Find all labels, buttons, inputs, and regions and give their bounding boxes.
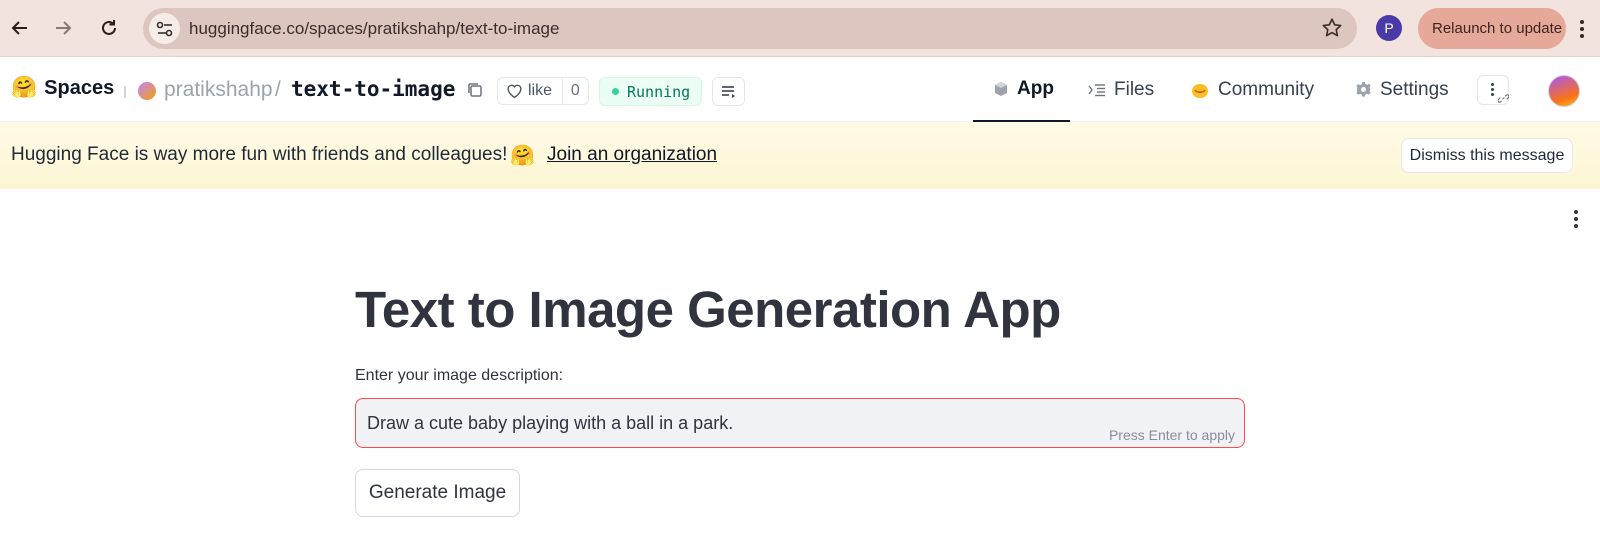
tab-settings-label: Settings — [1380, 78, 1449, 100]
breadcrumb-separator: / — [275, 78, 281, 101]
org-banner: Hugging Face is way more fun with friend… — [0, 122, 1600, 189]
generate-image-button[interactable]: Generate Image — [355, 469, 520, 517]
browser-profile-avatar[interactable]: P — [1376, 15, 1402, 41]
status-text: Running — [627, 82, 691, 101]
gear-icon — [1356, 81, 1371, 97]
tab-files-label: Files — [1114, 78, 1155, 100]
copy-icon[interactable] — [466, 81, 484, 99]
description-input-wrapper[interactable]: Press Enter to apply — [355, 398, 1245, 448]
logs-button[interactable] — [712, 77, 745, 106]
input-hint: Press Enter to apply — [1108, 427, 1235, 443]
browser-toolbar: huggingface.co/spaces/pratikshahp/text-t… — [0, 0, 1600, 57]
browser-menu-button[interactable] — [1572, 16, 1592, 42]
dismiss-message-button[interactable]: Dismiss this message — [1401, 138, 1573, 173]
community-hands-icon — [1192, 83, 1208, 98]
tab-app[interactable]: App — [973, 57, 1070, 122]
forward-button[interactable] — [45, 10, 81, 46]
reload-icon — [102, 20, 116, 35]
arrow-right-icon — [56, 21, 72, 35]
hf-header: 🤗 Spaces pratikshahp / text-to-image lik… — [0, 57, 1600, 122]
files-icon — [1088, 83, 1105, 96]
address-bar[interactable]: huggingface.co/spaces/pratikshahp/text-t… — [143, 8, 1357, 49]
cube-icon — [995, 81, 1007, 96]
description-input-label: Enter your image description: — [355, 367, 564, 384]
url-text[interactable]: huggingface.co/spaces/pratikshahp/text-t… — [189, 19, 559, 39]
more-options-button[interactable] — [1477, 75, 1509, 105]
like-count: 0 — [570, 82, 580, 99]
arrow-left-icon — [11, 21, 27, 35]
like-label: like — [528, 82, 553, 99]
page-title: Text to Image Generation App — [355, 281, 1061, 338]
tab-files[interactable]: Files — [1088, 57, 1154, 122]
reload-button[interactable] — [91, 10, 127, 46]
link-icon — [1498, 94, 1509, 103]
logs-list-icon — [721, 85, 735, 98]
hugging-emoji-icon: 🤗 — [510, 145, 535, 167]
tab-settings[interactable]: Settings — [1355, 57, 1449, 122]
banner-message: Hugging Face is way more fun with friend… — [11, 144, 508, 165]
app-main-menu-button[interactable] — [1574, 210, 1578, 228]
bookmark-star-icon[interactable] — [1321, 17, 1343, 39]
more-vertical-icon — [1491, 83, 1494, 96]
tab-community[interactable]: Community — [1190, 57, 1314, 122]
tab-app-label: App — [1017, 77, 1054, 99]
join-organization-link[interactable]: Join an organization — [547, 144, 717, 166]
tab-community-label: Community — [1218, 78, 1315, 100]
owner-link[interactable]: pratikshahp — [164, 78, 273, 102]
space-name-link[interactable]: text-to-image — [291, 77, 455, 101]
heart-icon — [507, 84, 522, 99]
spaces-home-link[interactable]: 🤗 Spaces — [11, 76, 114, 100]
site-settings-button[interactable] — [149, 13, 180, 44]
hugging-face-logo-icon: 🤗 — [11, 76, 38, 99]
owner-avatar — [138, 82, 156, 100]
status-badge[interactable]: Running — [599, 77, 702, 106]
user-avatar[interactable] — [1548, 75, 1580, 107]
tune-icon — [156, 21, 172, 36]
divider — [124, 86, 126, 98]
like-button[interactable]: like 0 — [497, 77, 589, 105]
back-button[interactable] — [2, 10, 38, 46]
brand-name: Spaces — [44, 76, 115, 99]
relaunch-button[interactable]: Relaunch to update — [1418, 8, 1566, 49]
status-dot-icon — [612, 88, 619, 95]
